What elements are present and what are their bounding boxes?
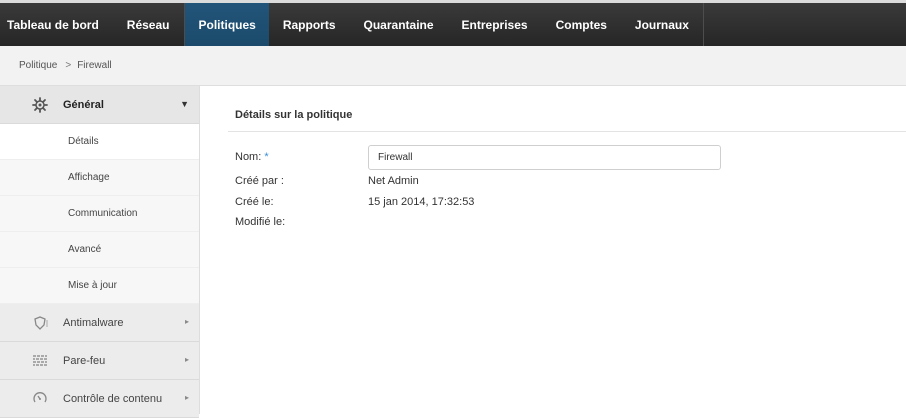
nav-quarantaine[interactable]: Quarantaine [350,3,448,46]
policy-name-input[interactable] [368,145,721,170]
section-title: Détails sur la politique [235,109,353,121]
created-by-label: Créé par : [235,175,284,187]
created-on-label: Créé le: [235,196,274,208]
policy-details-panel: Détails sur la politique Nom: * Créé par… [200,86,906,414]
sidebar-group-label: Général [63,98,104,111]
breadcrumb-root[interactable]: Politique [19,60,57,71]
gear-icon [31,96,49,114]
nav-reseau[interactable]: Réseau [113,3,184,46]
chevron-right-icon: ▸ [184,393,189,402]
sidebar-item-affichage[interactable]: Affichage [0,160,199,196]
nav-rapports[interactable]: Rapports [269,3,350,46]
sidebar-group-label: Contrôle de contenu [63,392,163,405]
sidebar-item-communication[interactable]: Communication [0,196,199,232]
nav-tableau-de-bord[interactable]: Tableau de bord [0,3,113,46]
nav-journaux[interactable]: Journaux [621,3,703,46]
modified-on-label: Modifié le: [235,216,286,228]
sidebar-item-mise-a-jour[interactable]: Mise à jour [0,268,199,304]
sidebar-group-pare-feu[interactable]: Pare-feu ▸ [0,342,199,380]
nav-divider [702,3,704,46]
sidebar-group-general[interactable]: Général ▼ [0,86,199,124]
required-marker: * [264,151,269,163]
top-navigation: Tableau de bord Réseau Politiques Rappor… [0,0,906,46]
sidebar-item-avance[interactable]: Avancé [0,232,199,268]
nav-comptes[interactable]: Comptes [542,3,621,46]
nav-politiques[interactable]: Politiques [184,3,269,46]
name-label-text: Nom: [235,151,262,163]
sidebar: Général ▼ Détails Affichage Communicatio… [0,86,200,418]
shield-icon [31,314,49,332]
content-control-icon [31,390,49,408]
sidebar-group-antimalware[interactable]: Antimalware ▸ [0,304,199,342]
created-on-value: 15 jan 2014, 17:32:53 [368,196,475,208]
section-divider [228,131,906,132]
chevron-right-icon: ▸ [184,355,189,364]
breadcrumb-current: Firewall [77,60,112,71]
firewall-icon [31,352,49,370]
chevron-down-icon: ▼ [180,99,189,109]
sidebar-group-label: Pare-feu [63,354,106,367]
sidebar-group-label: Antimalware [63,316,124,329]
nav-entreprises[interactable]: Entreprises [448,3,542,46]
sidebar-group-controle-de-contenu[interactable]: Contrôle de contenu ▸ [0,380,199,418]
created-by-value: Net Admin [368,175,419,187]
sidebar-item-details[interactable]: Détails [0,124,199,160]
breadcrumb-separator: > [65,60,72,71]
name-label: Nom: * [235,151,269,163]
breadcrumb: Politique > Firewall [0,46,906,86]
chevron-right-icon: ▸ [184,317,189,326]
